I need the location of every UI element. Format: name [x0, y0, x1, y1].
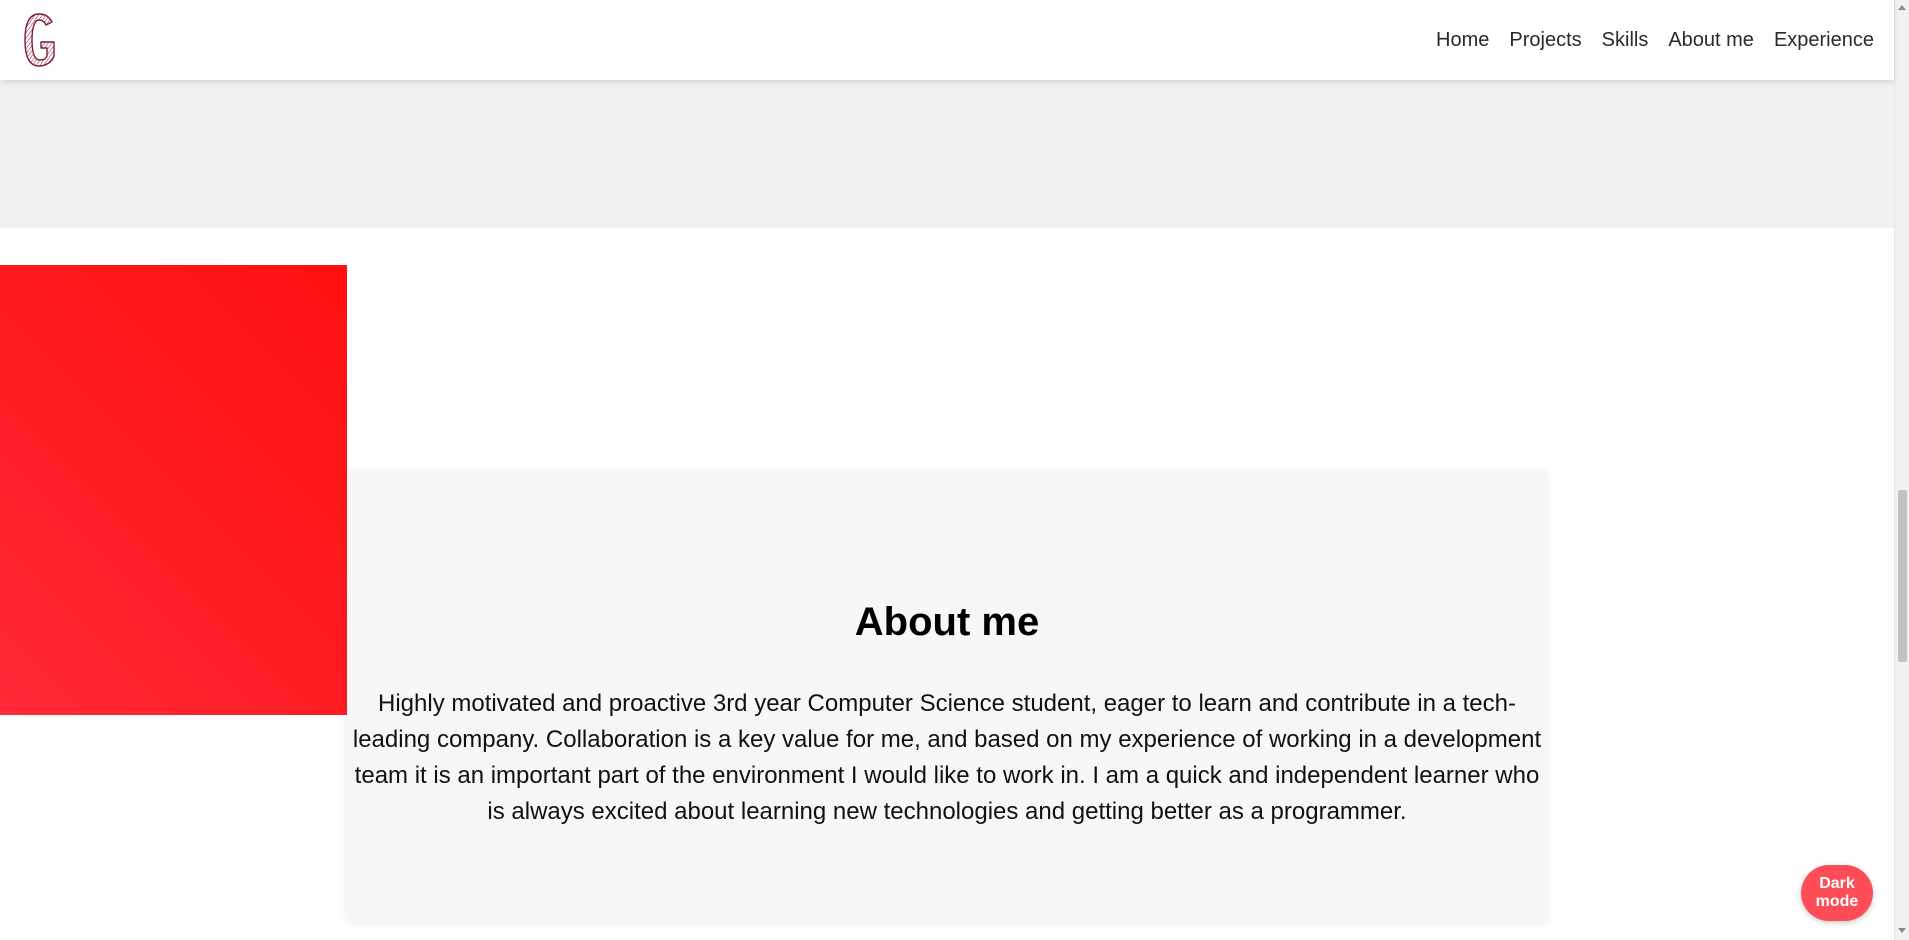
nav-skills[interactable]: Skills [1592, 29, 1659, 52]
scrollbar-thumb[interactable] [1898, 490, 1907, 662]
scroll-down-arrow-icon[interactable] [1898, 928, 1906, 933]
page: Home Projects Skills About me Experience… [0, 0, 1909, 940]
grey-section-band [0, 80, 1894, 228]
decorative-red-block [0, 265, 347, 715]
logo-g-icon[interactable] [22, 12, 58, 68]
site-header: Home Projects Skills About me Experience [0, 0, 1894, 80]
nav-experience[interactable]: Experience [1764, 29, 1884, 52]
about-me-paragraph: Highly motivated and proactive 3rd year … [352, 690, 1542, 825]
about-me-heading: About me [854, 600, 1040, 644]
dark-mode-toggle-button[interactable]: Dark mode [1801, 865, 1873, 921]
main-nav: Home Projects Skills About me Experience [1426, 0, 1884, 80]
nav-home[interactable]: Home [1426, 29, 1499, 52]
nav-about-me[interactable]: About me [1658, 29, 1764, 52]
scroll-up-arrow-icon[interactable] [1898, 5, 1906, 10]
about-me-card: About me Highly motivated and proactive … [347, 470, 1547, 922]
nav-projects[interactable]: Projects [1499, 29, 1591, 52]
vertical-scrollbar[interactable] [1894, 0, 1909, 940]
